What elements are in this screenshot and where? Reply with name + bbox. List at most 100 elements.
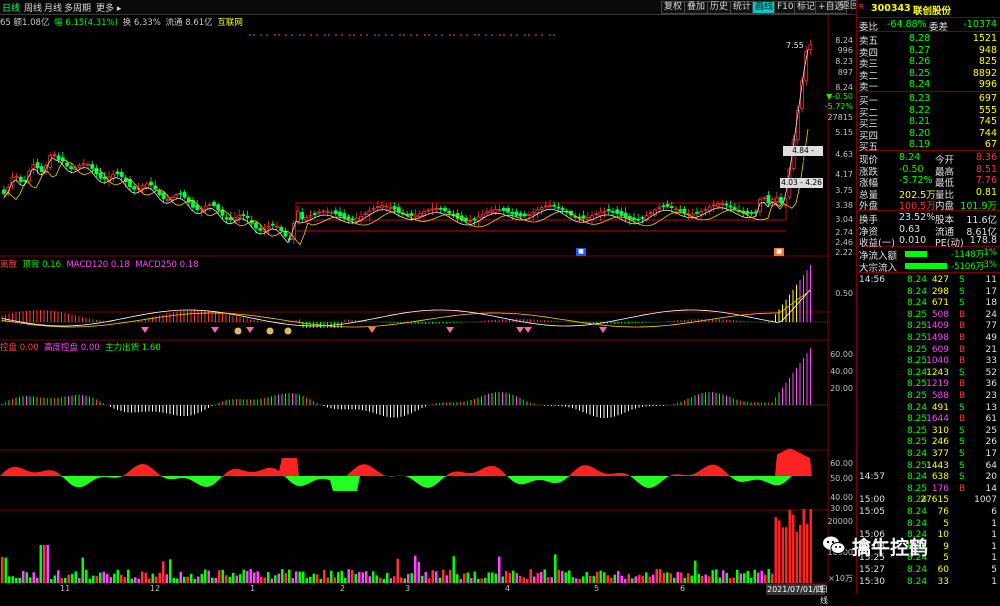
volume-bar	[337, 572, 340, 583]
tick-time: 15:30	[859, 576, 885, 587]
signal-dot	[360, 34, 362, 36]
volume-bar	[445, 575, 448, 583]
tick-volume: 1498	[926, 333, 949, 343]
candle-body	[514, 211, 519, 216]
volume-bar	[375, 575, 378, 583]
volume-bar	[295, 571, 298, 583]
tick-count: 14	[985, 483, 997, 494]
ask-price: 8.28	[909, 33, 931, 44]
volume-bar	[204, 569, 207, 583]
volume-bar	[358, 571, 361, 583]
candle-body	[325, 210, 330, 213]
volume-bar	[127, 569, 130, 583]
volume-bar	[123, 577, 126, 583]
bid-volume: 67	[984, 139, 997, 150]
signal-dot	[416, 34, 418, 36]
candle-body	[86, 163, 90, 167]
flow-area-red	[0, 448, 812, 488]
event-marker-orange[interactable]: ■	[774, 248, 784, 256]
tick-side: S	[959, 425, 965, 436]
volume-bar	[743, 573, 746, 583]
volume-bar	[403, 578, 406, 583]
price-axis-label: 4.17	[835, 170, 853, 179]
volume-bar	[725, 573, 728, 583]
signal-dot	[249, 34, 251, 36]
signal-dot	[524, 34, 526, 36]
diamond-signal	[246, 327, 254, 333]
volume-bar	[757, 572, 760, 583]
volume-bar	[480, 578, 483, 583]
candle-body	[237, 214, 242, 218]
volume-bar	[603, 572, 606, 583]
volume-bar	[260, 576, 263, 583]
signal-dot	[460, 34, 462, 36]
volume-bar	[729, 578, 732, 583]
price-axis-label: 2.46	[835, 238, 853, 247]
tick-count: 77	[985, 321, 997, 332]
macd-title: 离散 顶背 0.16 MACD120 0.18 MACD250 0.18	[0, 258, 199, 270]
volume-bar	[519, 575, 522, 583]
volume-bar	[354, 573, 357, 583]
signal-dot	[353, 34, 355, 36]
volume-bar	[330, 570, 333, 583]
candle-body	[556, 206, 561, 209]
tick-side: S	[959, 437, 965, 448]
control-axis-20: 20.00	[830, 384, 853, 393]
event-marker-blue[interactable]: ■	[576, 248, 586, 256]
signal-dot	[449, 34, 451, 36]
price-axis-label: -5.72%	[824, 102, 853, 111]
volume-bar	[407, 573, 410, 583]
tick-side: S	[959, 402, 965, 413]
volume-bar	[116, 569, 119, 583]
macd-title-3: MACD120 0.18	[66, 260, 130, 270]
candle-body	[354, 217, 359, 222]
macd-title-2: 顶背 0.16	[22, 260, 62, 270]
period-label[interactable]: 日线	[820, 584, 828, 606]
commission-ratio: -64.88%	[887, 19, 927, 30]
candle-body	[728, 205, 733, 208]
volume-bar	[732, 577, 735, 583]
volume-bar	[340, 570, 343, 583]
diamond-signal	[446, 327, 454, 333]
volume-bar	[659, 569, 662, 583]
volume-bar	[550, 577, 553, 583]
tick-count: 11	[985, 275, 997, 285]
volume-bar	[368, 576, 371, 583]
signal-dot	[410, 34, 412, 36]
stat-value: -5.72%	[899, 175, 933, 186]
tick-price: 8.25	[907, 344, 928, 355]
candle-body	[501, 207, 506, 211]
tick-price: 8.25	[907, 483, 928, 494]
candle-body	[762, 197, 767, 200]
stat-value: 178.8	[969, 235, 997, 246]
stock-header: R 300343 联创股份	[859, 3, 999, 17]
volume-bar	[151, 573, 154, 583]
volume-bar	[466, 572, 469, 583]
stock-code: 300343	[871, 3, 911, 14]
volume-bar	[351, 569, 354, 583]
volume-bar	[291, 577, 294, 583]
volume-bar	[704, 574, 707, 583]
bid-price: 8.23	[909, 93, 931, 104]
bid-volume: 555	[978, 104, 997, 116]
candle-body	[661, 205, 666, 208]
signal-dot	[266, 34, 268, 36]
flow-pct: -1%	[980, 248, 997, 258]
candle-body	[464, 217, 468, 222]
tick-side: B	[959, 391, 966, 401]
ask-row: 卖二 8.25 8892	[859, 68, 999, 82]
flow-value: -1148万	[951, 250, 985, 260]
tick-volume: 1219	[926, 379, 949, 390]
x-label-11: 11	[60, 584, 71, 593]
fundamental-row: 换手 23.52% 股本 11.6亿	[859, 212, 999, 226]
volume-bar	[281, 569, 284, 583]
candle-body	[224, 217, 229, 220]
volume-bar	[88, 578, 91, 583]
kline-chart-area[interactable]	[0, 0, 856, 594]
volume-bar	[676, 571, 679, 583]
candle-body	[581, 215, 586, 219]
high-price-label: 7.55	[786, 41, 804, 50]
flow-bar	[905, 262, 947, 269]
signal-dot	[453, 34, 455, 36]
candle-body	[317, 211, 321, 214]
